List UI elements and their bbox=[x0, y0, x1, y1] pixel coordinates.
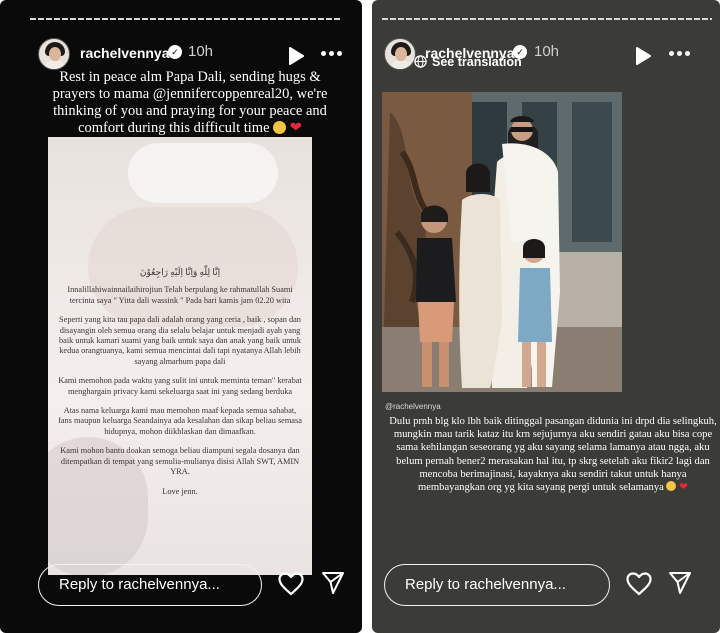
red-heart-emoji-icon: ❤ bbox=[679, 481, 689, 494]
story-caption: Dulu prnh blg klo lbh baik ditinggal pas… bbox=[388, 415, 718, 494]
caption-text: Rest in peace alm Papa Dali, sending hug… bbox=[52, 69, 328, 136]
memo-paragraph: Innalillahiwainnailaihirojiun Telah berp… bbox=[67, 285, 293, 305]
story-progress-bar bbox=[382, 18, 712, 20]
send-icon[interactable] bbox=[668, 571, 692, 595]
post-time: 10h bbox=[534, 43, 560, 60]
reply-input[interactable]: Reply to rachelvennya... bbox=[38, 564, 262, 606]
username[interactable]: rachelvennya bbox=[80, 45, 170, 61]
play-icon[interactable] bbox=[635, 47, 651, 65]
story-progress-bar bbox=[30, 18, 342, 20]
memo-paragraph: Kami memohon pada waktu yang sulit ini u… bbox=[58, 376, 302, 396]
play-icon[interactable] bbox=[288, 47, 304, 65]
family-photo-illustration bbox=[382, 92, 622, 392]
verified-badge-icon: ✓ bbox=[168, 45, 182, 59]
globe-icon bbox=[414, 55, 427, 68]
see-translation-button[interactable]: See translation bbox=[372, 53, 532, 71]
heart-icon[interactable] bbox=[626, 572, 652, 596]
memo-paragraph: Kami mohon bantu doakan semoga beliau di… bbox=[60, 446, 300, 477]
story-caption: Rest in peace alm Papa Dali, sending hug… bbox=[40, 69, 340, 137]
memo-paragraph: Seperti yang kita tau papa dali adalah o… bbox=[59, 315, 301, 366]
send-icon[interactable] bbox=[321, 571, 345, 595]
memo-paragraph: Atas nama keluarga kami mau memohon maaf… bbox=[58, 406, 302, 436]
family-photo bbox=[382, 92, 622, 392]
photo-credit: @rachelvennya bbox=[385, 402, 441, 411]
memo-arabic: اِنَّا لِلّٰهِ وَاِنَّا اِلَيْهِ رَاجِعُ… bbox=[139, 267, 221, 277]
more-options-icon[interactable] bbox=[321, 51, 342, 56]
reply-input[interactable]: Reply to rachelvennya... bbox=[384, 564, 610, 606]
pleading-face-emoji-icon bbox=[273, 121, 287, 134]
memorial-text: اِنَّا لِلّٰهِ وَاِنَّا اِلَيْهِ رَاجِعُ… bbox=[58, 267, 302, 506]
heart-icon[interactable] bbox=[278, 572, 304, 596]
see-translation-label: See translation bbox=[432, 55, 522, 69]
more-options-icon[interactable] bbox=[669, 51, 690, 56]
avatar[interactable] bbox=[38, 38, 70, 70]
pleading-face-emoji-icon bbox=[666, 481, 677, 492]
memorial-message-card: اِنَّا لِلّٰهِ وَاِنَّا اِلَيْهِ رَاجِعُ… bbox=[48, 137, 312, 575]
memo-signature: Love jenn. bbox=[162, 486, 198, 496]
post-time: 10h bbox=[188, 43, 214, 60]
red-heart-emoji-icon: ❤ bbox=[289, 120, 302, 136]
